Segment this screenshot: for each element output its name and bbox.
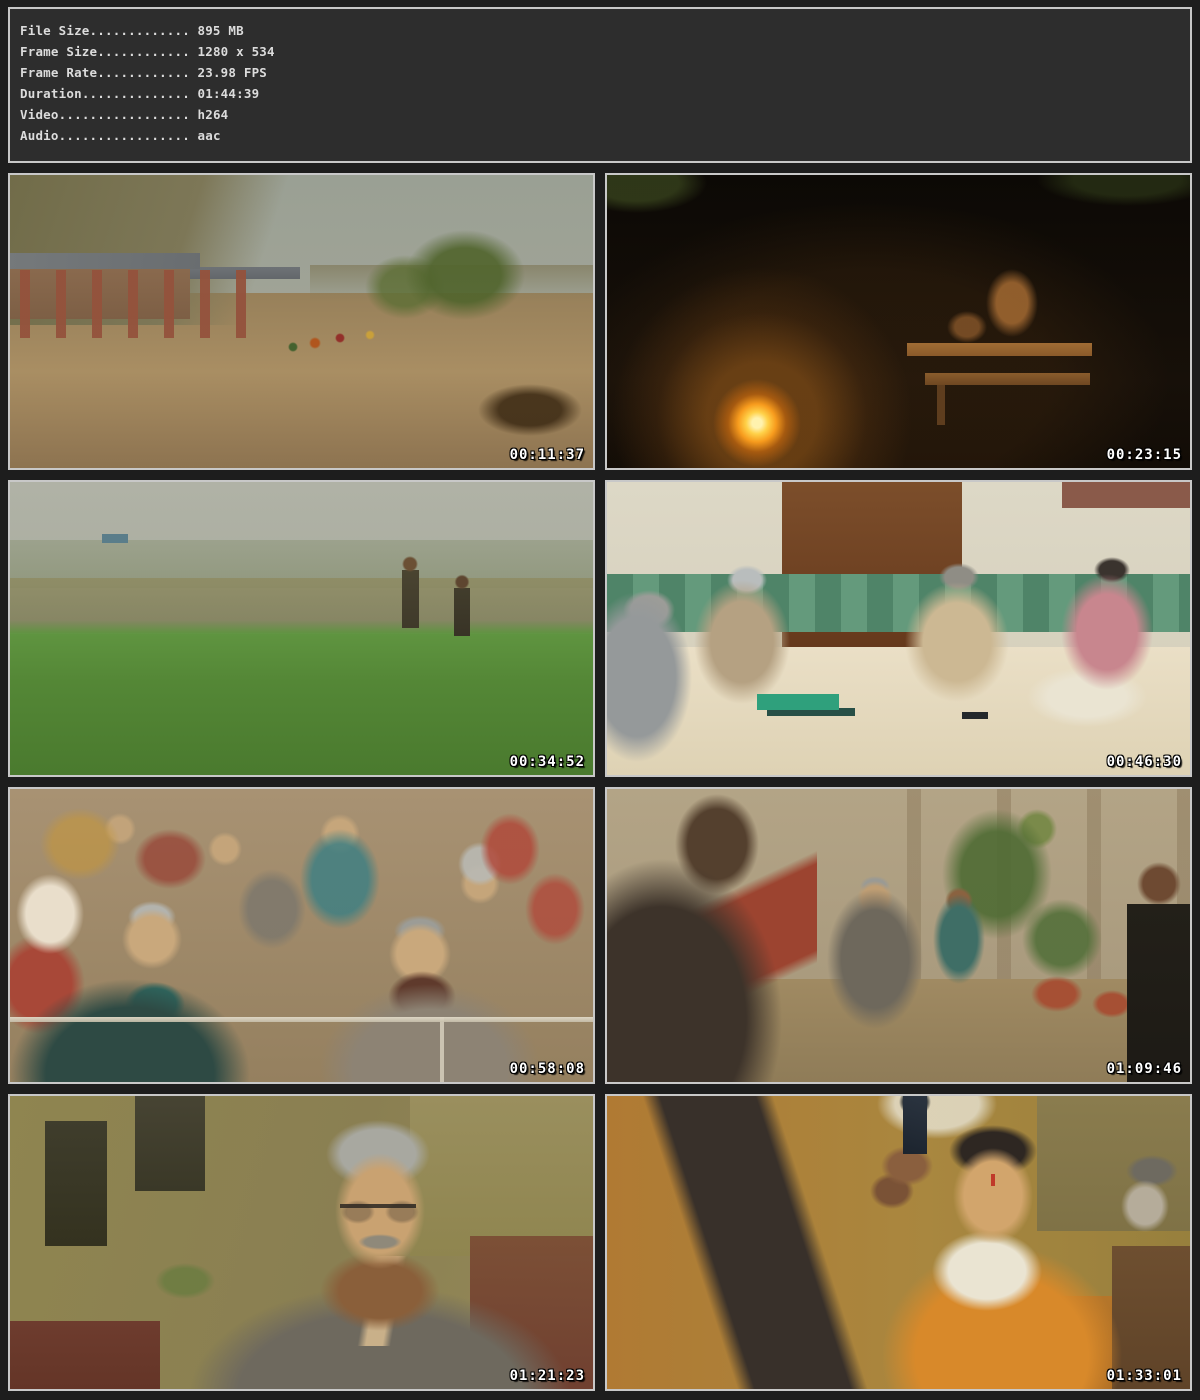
media-info-panel: File Size............. 895 MB Frame Size.… xyxy=(8,7,1192,163)
timestamp-overlay: 00:34:52 xyxy=(510,754,585,770)
screenshot-courtyard-argument: 01:09:46 xyxy=(605,787,1192,1084)
info-value: h264 xyxy=(198,107,229,122)
info-value: 1280 x 534 xyxy=(198,44,275,59)
info-label: Video xyxy=(20,107,59,122)
media-info-row-duration: Duration.............. 01:44:39 xyxy=(20,83,1180,104)
screenshot-village-daylight: 00:11:37 xyxy=(8,173,595,470)
screenshot-living-room-meeting: 00:46:30 xyxy=(605,480,1192,777)
dot-leader: ............. xyxy=(90,23,190,38)
info-value: 23.98 FPS xyxy=(198,65,268,80)
screenshots-grid: 00:11:37 00:23:15 00:34:52 00:46:30 00:5… xyxy=(8,173,1192,1391)
media-info-row-video: Video................. h264 xyxy=(20,104,1180,125)
info-value: 895 MB xyxy=(197,23,243,38)
timestamp-overlay: 00:23:15 xyxy=(1107,447,1182,463)
dot-leader: ............ xyxy=(97,44,190,59)
info-label: Duration xyxy=(20,86,82,101)
page: File Size............. 895 MB Frame Size.… xyxy=(0,0,1200,1391)
dot-leader: ................. xyxy=(59,107,190,122)
media-info-row-frame-rate: Frame Rate............ 23.98 FPS xyxy=(20,62,1180,83)
media-info-row-audio: Audio................. aac xyxy=(20,125,1180,146)
screenshot-smiling-man-microphone: 01:33:01 xyxy=(605,1094,1192,1391)
screenshot-audience-crowd: 00:58:08 xyxy=(8,787,595,1084)
info-label: Audio xyxy=(20,128,59,143)
timestamp-overlay: 00:46:30 xyxy=(1107,754,1182,770)
media-info-row-frame-size: Frame Size............ 1280 x 534 xyxy=(20,41,1180,62)
dot-leader: .............. xyxy=(82,86,190,101)
screenshot-old-man-portrait: 01:21:23 xyxy=(8,1094,595,1391)
dot-leader: ................. xyxy=(59,128,190,143)
timestamp-overlay: 00:11:37 xyxy=(510,447,585,463)
info-value: 01:44:39 xyxy=(198,86,260,101)
info-label: Frame Size xyxy=(20,44,97,59)
timestamp-overlay: 01:09:46 xyxy=(1107,1061,1182,1077)
info-label: File Size xyxy=(20,23,90,38)
dot-leader: ............ xyxy=(97,65,190,80)
timestamp-overlay: 00:58:08 xyxy=(510,1061,585,1077)
timestamp-overlay: 01:33:01 xyxy=(1107,1368,1182,1384)
info-value: aac xyxy=(198,128,221,143)
screenshot-children-in-field: 00:34:52 xyxy=(8,480,595,777)
screenshot-night-campfire: 00:23:15 xyxy=(605,173,1192,470)
timestamp-overlay: 01:21:23 xyxy=(510,1368,585,1384)
info-label: Frame Rate xyxy=(20,65,97,80)
media-info-row-file-size: File Size............. 895 MB xyxy=(20,20,1180,41)
